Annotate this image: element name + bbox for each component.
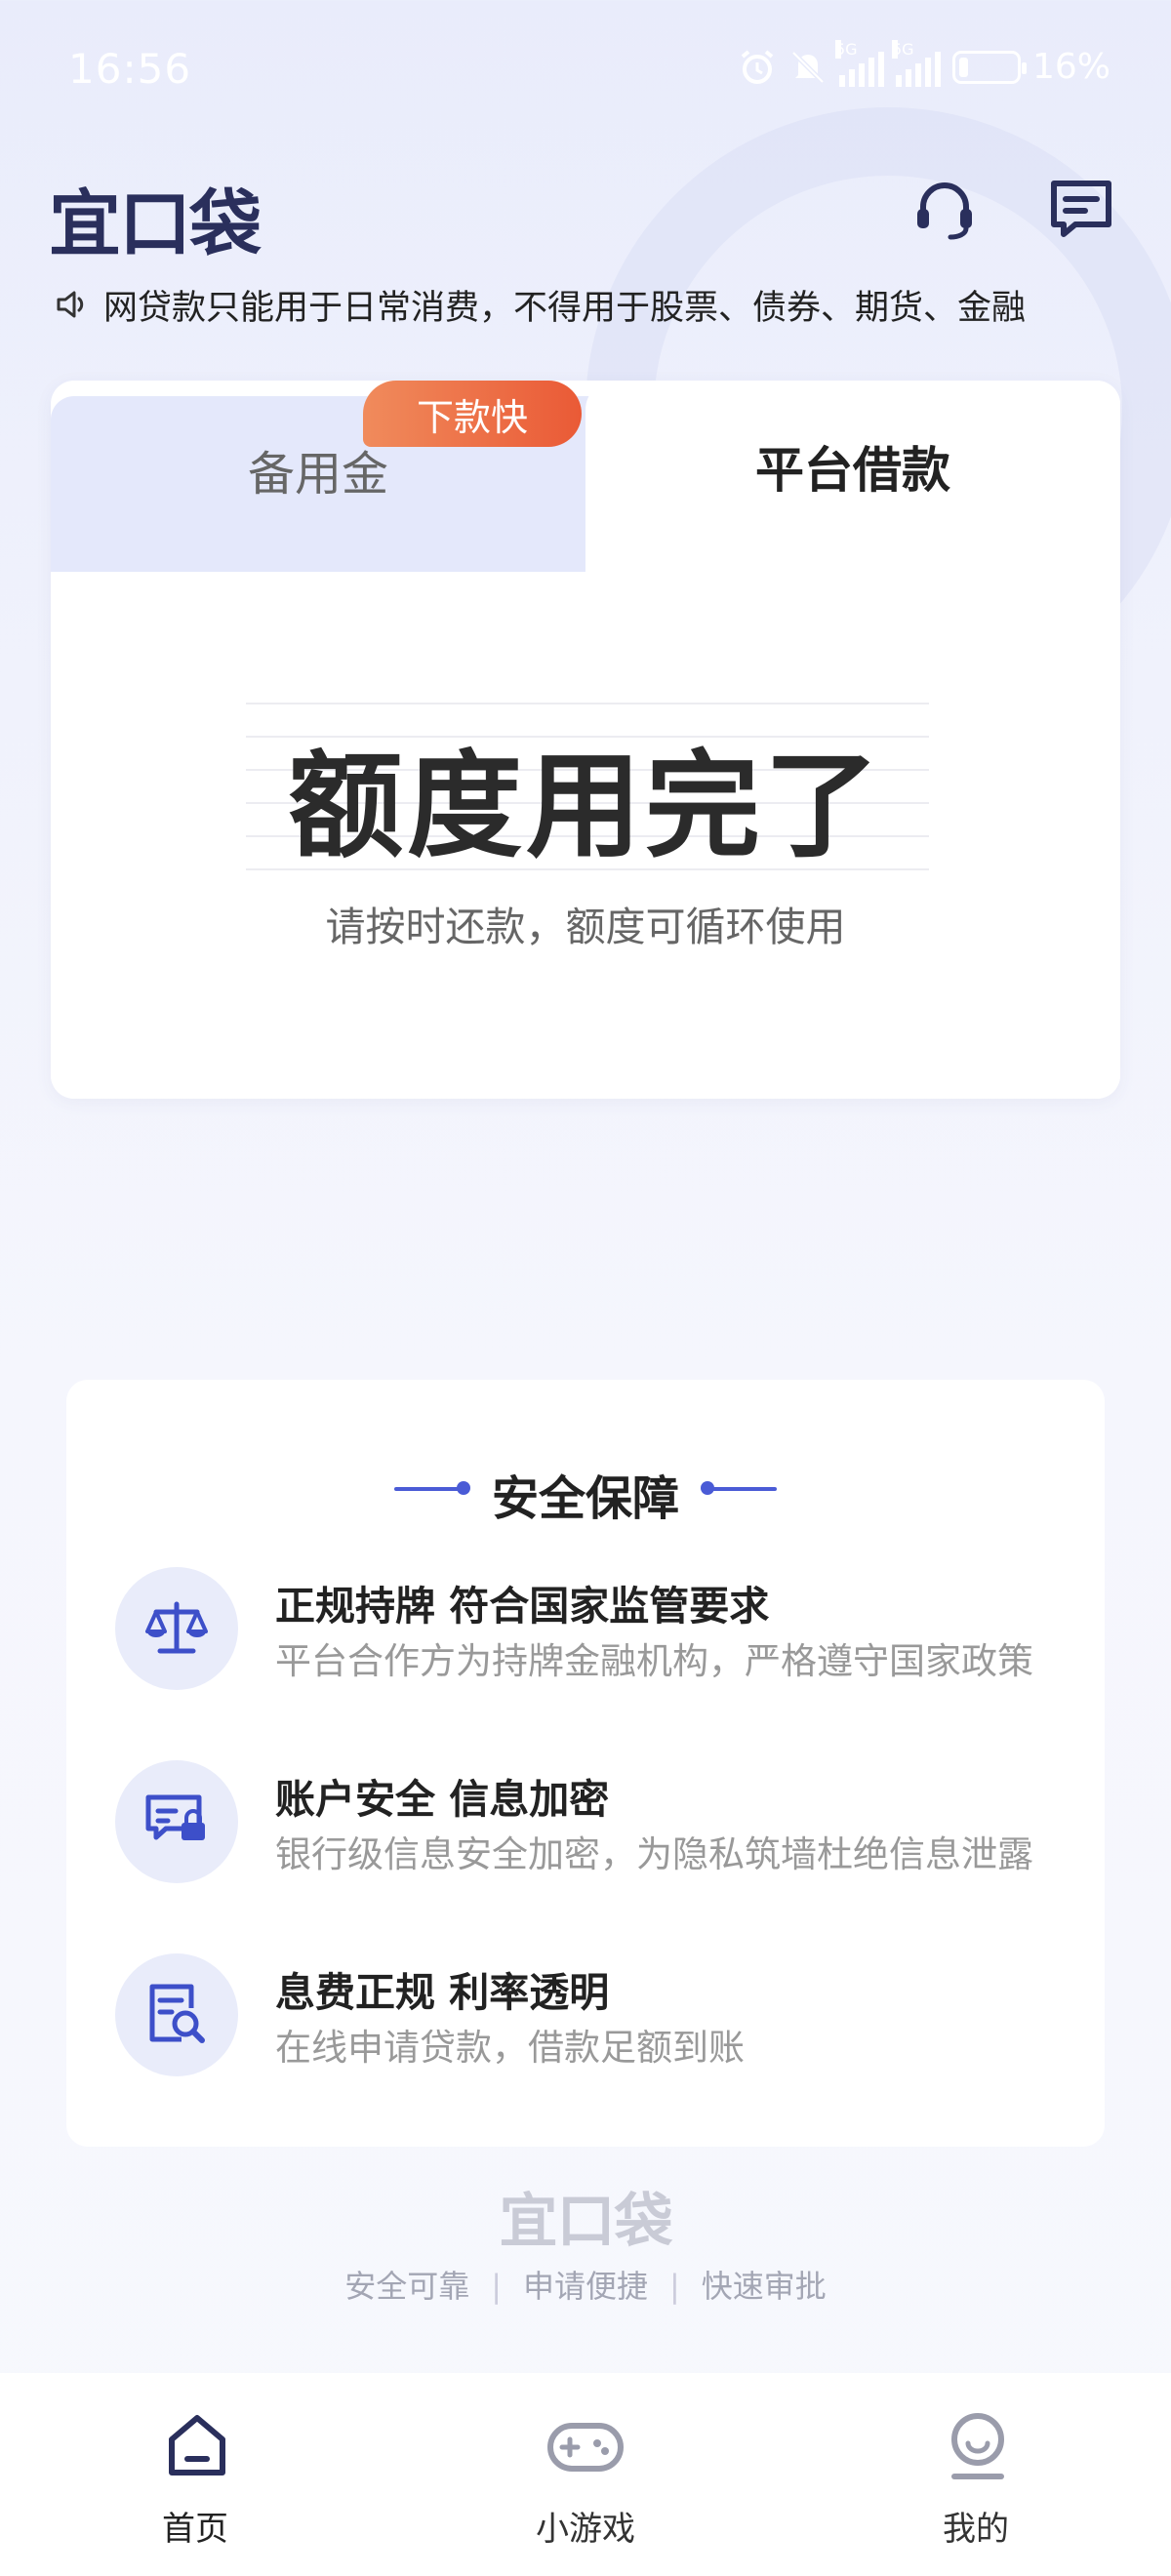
security-feature-licensed: 正规持牌 符合国家监管要求 平台合作方为持牌金融机构，严格遵守国家政策 — [115, 1567, 1071, 1694]
alarm-icon — [741, 49, 774, 84]
status-icons: 5G 5G 16% — [738, 39, 1110, 87]
profile-icon — [951, 2413, 1004, 2479]
signal-strength-2: 5G — [891, 39, 941, 87]
feature-desc: 在线申请贷款，借款足额到账 — [275, 2027, 745, 2069]
slogan-fast-approval: 快速审批 — [701, 2268, 827, 2305]
notice-bar[interactable]: 网贷款只能用于日常消费，不得用于股票、债券、期货、金融 — [55, 283, 1118, 326]
quota-status-title: 额度用完了 — [287, 739, 883, 873]
gamepad-icon — [547, 2423, 624, 2472]
footer-slogans: 安全可靠 | 申请便捷 | 快速审批 — [0, 2262, 1171, 2307]
headset-icon[interactable] — [909, 174, 980, 244]
document-search-icon — [115, 1953, 238, 2076]
nav-item-games[interactable]: 小游戏 — [439, 2373, 732, 2576]
nav-label-home: 首页 — [162, 2510, 228, 2549]
signal-strength-1: 5G — [834, 39, 884, 87]
feature-title: 息费正规 利率透明 — [275, 1969, 610, 2016]
home-icon — [169, 2415, 225, 2475]
battery-percent: 16% — [1031, 47, 1110, 87]
status-bar: 16:56 5G 5G 16% — [0, 0, 1171, 137]
speaker-icon — [57, 291, 84, 318]
feature-title: 账户安全 信息加密 — [275, 1776, 610, 1823]
message-icon[interactable] — [1046, 174, 1116, 244]
slogan-safe: 安全可靠 — [344, 2268, 470, 2305]
security-title: 安全保障 — [491, 1471, 679, 1526]
network-type-1: 5G — [834, 39, 858, 59]
battery-icon — [951, 50, 1027, 84]
feature-title: 正规持牌 符合国家监管要求 — [275, 1583, 770, 1630]
slogan-separator: | — [669, 2268, 680, 2305]
fast-payout-badge: 下款快 — [363, 381, 582, 447]
footer-logo: 宜口袋 — [499, 2188, 673, 2256]
nav-label-games: 小游戏 — [536, 2510, 635, 2549]
mute-icon — [791, 50, 825, 84]
tab-platform-loan-label[interactable]: 平台借款 — [586, 381, 1120, 551]
nav-item-home[interactable]: 首页 — [49, 2373, 342, 2576]
battery-fill — [958, 57, 968, 77]
status-time: 16:56 — [68, 45, 192, 93]
feature-desc: 平台合作方为持牌金融机构，严格遵守国家政策 — [275, 1640, 1033, 1682]
bottom-nav: 首页 小游戏 我的 — [0, 2373, 1171, 2576]
notice-text: 网贷款只能用于日常消费，不得用于股票、债券、期货、金融 — [103, 288, 1027, 327]
balance-scale-icon — [115, 1567, 238, 1690]
security-feature-account: 账户安全 信息加密 银行级信息安全加密，为隐私筑墙杜绝信息泄露 — [115, 1760, 1071, 1887]
secure-message-icon — [115, 1760, 238, 1883]
quota-status-subtitle: 请按时还款，额度可循环使用 — [325, 904, 846, 950]
security-feature-transparent-rate: 息费正规 利率透明 在线申请贷款，借款足额到账 — [115, 1953, 1071, 2080]
slogan-separator: | — [491, 2268, 502, 2305]
loan-card: 备用金 平台借款 下款快 额度用完了 请按时还款，额度可循环使用 — [51, 381, 1120, 1099]
slogan-easy-apply: 申请便捷 — [522, 2268, 648, 2305]
nav-label-profile: 我的 — [943, 2510, 1009, 2549]
network-type-2: 5G — [891, 39, 914, 59]
nav-item-profile[interactable]: 我的 — [829, 2373, 1122, 2576]
security-card: 安全保障 正规持牌 符合国家监管要求 平台合作方为持牌金融机构，严格遵守国家政策… — [66, 1380, 1105, 2147]
app-logo: 宜口袋 — [49, 182, 262, 266]
feature-desc: 银行级信息安全加密，为隐私筑墙杜绝信息泄露 — [275, 1833, 1033, 1875]
